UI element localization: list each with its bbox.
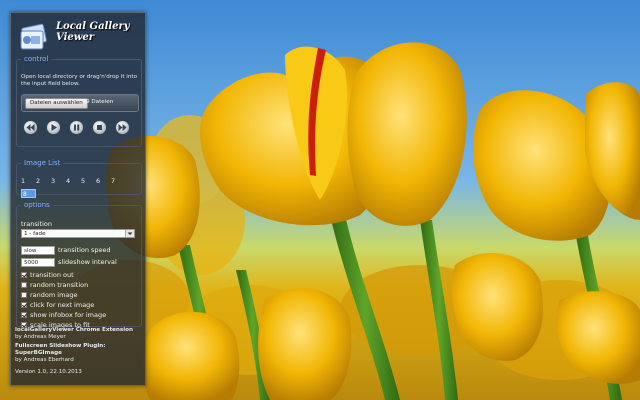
slideshow-interval-label: slideshow interval xyxy=(58,258,117,266)
random-transition-label: random transition xyxy=(30,281,89,289)
transition-speed-input[interactable]: slow xyxy=(21,246,55,255)
transition-speed-label: transition speed xyxy=(58,246,111,254)
stop-button[interactable] xyxy=(92,120,107,135)
app-title-line2: Viewer xyxy=(56,32,94,43)
rewind-icon xyxy=(26,124,35,131)
previous-button[interactable] xyxy=(23,120,38,135)
options-section: options transition 1 - fade slow transit… xyxy=(16,201,142,329)
show-infobox-label: show infobox for image xyxy=(30,311,107,319)
image-link-3[interactable]: 3 xyxy=(51,177,55,185)
pause-icon xyxy=(74,124,80,131)
image-link-5[interactable]: 5 xyxy=(81,177,85,185)
image-list-legend: Image List xyxy=(24,159,61,167)
image-link-7[interactable]: 7 xyxy=(111,177,115,185)
options-legend: options xyxy=(24,201,50,209)
current-image-input[interactable]: 8 xyxy=(21,189,36,198)
show-infobox-checkbox[interactable] xyxy=(21,312,27,318)
credits-extension-title: localGalleryViewer Chrome Extension xyxy=(15,327,133,333)
app-title: Local Gallery Viewer xyxy=(56,21,146,43)
next-button[interactable] xyxy=(115,120,130,135)
file-drop-field[interactable]: Dateien auswählen 9 Dateien xyxy=(21,94,139,112)
transition-out-checkbox[interactable] xyxy=(21,272,27,278)
slideshow-interval-input[interactable]: 5000 xyxy=(21,258,55,267)
chevron-down-icon xyxy=(125,230,134,237)
control-legend: control xyxy=(24,55,49,63)
file-count-text: 9 Dateien xyxy=(86,99,114,105)
image-link-2[interactable]: 2 xyxy=(36,177,40,185)
click-next-label: click for next image xyxy=(30,301,95,309)
transition-out-label: transition out xyxy=(30,271,74,279)
play-button[interactable] xyxy=(46,120,61,135)
control-hint-text: Open local directory or drag'n'drop it i… xyxy=(21,74,138,87)
pause-button[interactable] xyxy=(69,120,84,135)
image-link-6[interactable]: 6 xyxy=(96,177,100,185)
credits-plugin: Fullscreen Slideshow PlugIn: SuperBGImag… xyxy=(15,343,143,364)
transition-select-value: 1 - fade xyxy=(24,231,46,237)
side-panel: Local Gallery Viewer control Open local … xyxy=(10,12,146,386)
credits-extension: localGalleryViewer Chrome Extension by A… xyxy=(15,327,143,341)
image-link-4[interactable]: 4 xyxy=(66,177,70,185)
version-text: Version 1.0, 22.10.2013 xyxy=(15,369,82,375)
play-icon xyxy=(51,124,57,131)
transition-label: transition xyxy=(21,220,52,228)
credits-plugin-author: by Andreas Eberhard xyxy=(15,357,74,363)
random-image-checkbox[interactable] xyxy=(21,292,27,298)
random-image-label: random image xyxy=(30,291,78,299)
credits-extension-author: by Andreas Meyer xyxy=(15,334,66,340)
random-transition-checkbox[interactable] xyxy=(21,282,27,288)
fast-forward-icon xyxy=(118,124,127,131)
credits-plugin-title: Fullscreen Slideshow PlugIn: SuperBGImag… xyxy=(15,343,106,356)
transition-select[interactable]: 1 - fade xyxy=(21,229,135,238)
image-link-1[interactable]: 1 xyxy=(21,177,25,185)
image-list-section: Image List 1 2 3 4 5 6 7 8 xyxy=(16,159,142,198)
stop-icon xyxy=(97,125,102,130)
control-section: control Open local directory or drag'n'd… xyxy=(16,55,142,147)
gallery-logo-icon xyxy=(20,23,47,50)
click-next-checkbox[interactable] xyxy=(21,302,27,308)
choose-files-button[interactable]: Dateien auswählen xyxy=(25,98,88,109)
app-title-line1: Local Gallery xyxy=(56,21,130,32)
